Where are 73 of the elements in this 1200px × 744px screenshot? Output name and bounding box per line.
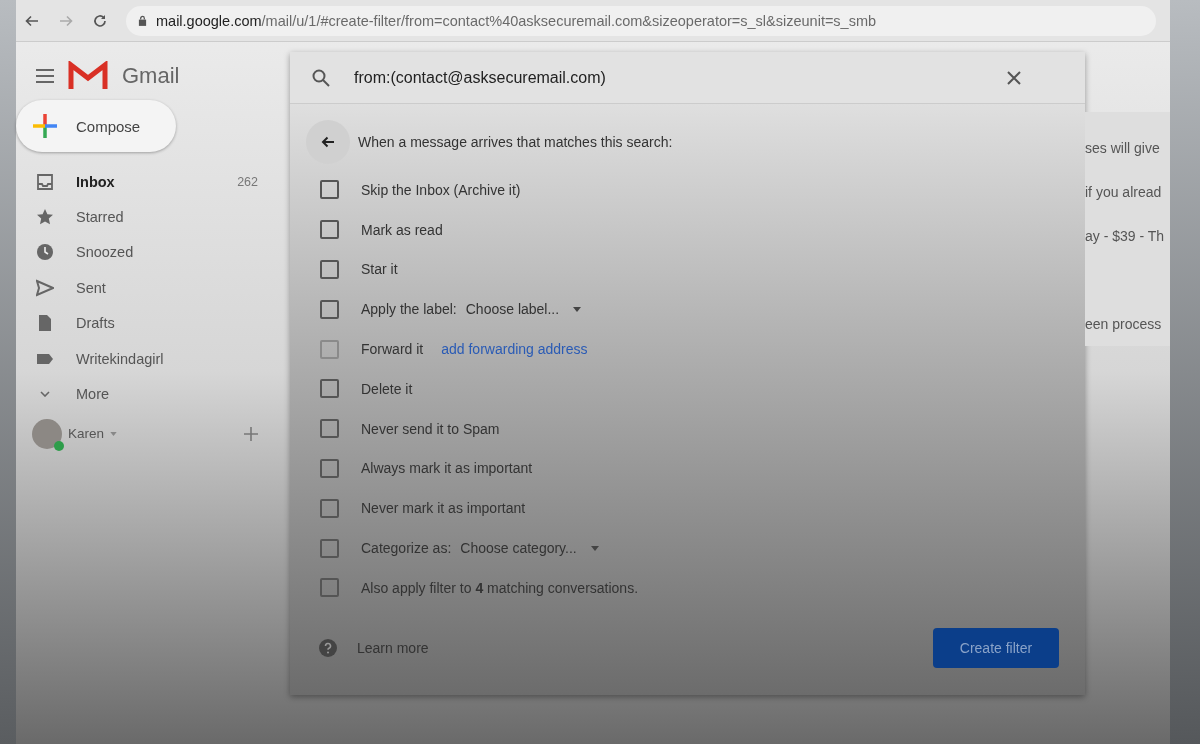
plus-icon[interactable] [244, 426, 258, 441]
envelope-m-logo-icon [68, 61, 108, 91]
nav-label: Starred [76, 209, 124, 226]
checkbox[interactable] [320, 220, 339, 240]
address-bar[interactable]: mail.google.com/mail/u/1/#create-filter/from=contact%40asksecuremail.com&sizeoperator=s_sl&sizeunit=s_smb [126, 5, 1156, 36]
clock-icon [36, 243, 54, 262]
dropdown[interactable]: Choose label... [465, 301, 582, 318]
email-snippet: ses will give [1085, 139, 1161, 158]
caret-icon [573, 306, 582, 312]
lock-icon [138, 15, 147, 26]
nav-item[interactable]: Snoozed [16, 234, 272, 271]
option-label: Skip the Inbox (Archive it) [361, 181, 521, 198]
inbox-icon [36, 172, 54, 191]
checkbox[interactable] [320, 498, 339, 518]
compose-button[interactable]: Compose [16, 100, 176, 152]
email-snippet: een process [1085, 315, 1163, 334]
menu-icon[interactable] [36, 69, 54, 83]
reload-icon[interactable] [92, 12, 108, 29]
online-status-dot [54, 440, 64, 451]
option-label: Delete it [361, 380, 413, 397]
nav-item[interactable]: Writekindagirl [16, 340, 272, 377]
dropdown[interactable]: Choose category... [460, 540, 599, 557]
nav-item[interactable]: Inbox 262 [16, 164, 272, 200]
help-icon[interactable] [319, 638, 337, 657]
filter-heading: When a message arrives that matches this search: [358, 134, 673, 150]
caret-icon[interactable] [110, 431, 118, 436]
option-label: Forward it [361, 341, 424, 358]
search-icon [312, 68, 330, 87]
option-label: Categorize as: [361, 540, 452, 557]
avatar[interactable] [32, 418, 62, 449]
option-label: Never mark it as important [361, 500, 526, 517]
option-label: Never send it to Spam [361, 420, 500, 437]
app-name: Gmail [122, 63, 180, 89]
close-icon[interactable] [1007, 70, 1021, 85]
option-label: Star it [361, 261, 398, 278]
unread-count: 262 [237, 174, 258, 189]
nav-item[interactable]: Starred [16, 199, 272, 235]
nav-label: Sent [76, 279, 106, 296]
option-label: Always mark it as important [361, 460, 533, 477]
email-snippet: if you alread [1085, 183, 1163, 202]
create-filter-button[interactable]: Create filter [933, 627, 1059, 668]
url-text: mail.google.com/mail/u/1/#create-filter/from=contact%40asksecuremail.com&sizeoperator=s_sl&sizeunit=s_smb [156, 12, 877, 29]
checkbox[interactable] [320, 260, 339, 279]
back-button[interactable] [306, 120, 350, 164]
nav-label: Writekindagirl [76, 350, 164, 367]
star-icon [36, 208, 54, 227]
nav-label: Inbox [76, 173, 115, 190]
chevron-icon [40, 391, 50, 398]
nav-label: More [76, 386, 110, 403]
checkbox[interactable] [320, 538, 339, 558]
document-icon [36, 314, 54, 333]
plus-icon [32, 113, 58, 139]
email-snippet: ay - $39 - Th [1085, 227, 1166, 246]
back-arrow-icon [320, 134, 336, 150]
nav-item[interactable]: Sent [16, 270, 272, 306]
caret-icon [590, 545, 599, 551]
nav-item[interactable]: More [16, 376, 272, 412]
nav-item[interactable]: Drafts [16, 305, 272, 341]
checkbox[interactable] [320, 458, 339, 478]
account-name[interactable]: Karen [68, 426, 105, 442]
search-field[interactable]: from:(contact@asksecuremail.com) [290, 52, 1085, 103]
nav-label: Snoozed [76, 244, 134, 261]
option-label: Mark as read [361, 221, 443, 238]
send-icon [36, 278, 54, 297]
checkbox[interactable] [320, 379, 339, 399]
checkbox[interactable] [320, 419, 339, 439]
checkbox[interactable] [320, 180, 339, 200]
checkbox[interactable] [320, 578, 339, 598]
option-label: Apply the label: [361, 301, 457, 318]
checkbox[interactable] [320, 299, 339, 319]
option-label: Also apply filter to 4 matching conversations. [361, 579, 639, 596]
nav-label: Drafts [76, 315, 115, 332]
learn-more-link[interactable]: Learn more [357, 639, 429, 656]
